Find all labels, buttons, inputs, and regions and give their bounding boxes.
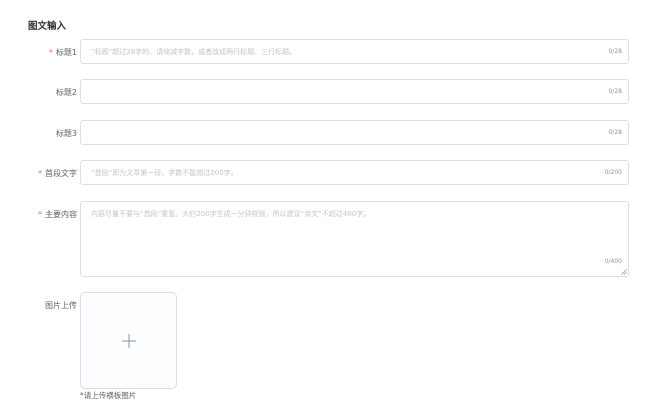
- main-content-textarea[interactable]: 内容尽量不要与“首段”重复。大约200字生成一分钟视频，所以建议“余文”不超过4…: [80, 201, 629, 277]
- image-upload-button[interactable]: [80, 292, 177, 389]
- title2-label: 标题2: [55, 88, 77, 97]
- title3-input[interactable]: 0/28: [80, 120, 629, 145]
- main-content-label: * 主要内容: [38, 209, 77, 220]
- upload-label: 图片上传: [45, 301, 77, 310]
- title2-input[interactable]: 0/28: [80, 79, 629, 104]
- title2-counter: 0/28: [608, 88, 622, 95]
- first-paragraph-label-text: 首段文字: [45, 169, 77, 178]
- resize-handle-icon[interactable]: [621, 269, 627, 275]
- first-paragraph-label: * 首段文字: [38, 168, 77, 179]
- plus-icon: [122, 334, 136, 348]
- title1-counter: 0/28: [608, 48, 622, 55]
- section-title: 图文输入: [28, 21, 67, 32]
- title3-label: 标题3: [55, 129, 77, 138]
- required-mark: *: [48, 48, 53, 57]
- title3-counter: 0/28: [608, 129, 622, 136]
- title1-label-text: 标题1: [55, 48, 77, 57]
- title1-placeholder: “标题”超过28字的，请缩减字数，或者改成两行标题、三行标题。: [91, 48, 297, 56]
- first-paragraph-counter: 0/200: [604, 169, 622, 176]
- main-content-label-text: 主要内容: [45, 210, 77, 219]
- main-content-counter: 0/400: [604, 258, 622, 265]
- first-paragraph-input[interactable]: “首段”即为文章第一段，字数不能超过200字。 0/200: [80, 160, 629, 185]
- title1-label: * 标题1: [49, 47, 77, 58]
- main-content-placeholder: 内容尽量不要与“首段”重复。大约200字生成一分钟视频，所以建议“余文”不超过4…: [91, 210, 371, 218]
- first-paragraph-placeholder: “首段”即为文章第一段，字数不能超过200字。: [91, 169, 238, 177]
- upload-hint: *请上传横板图片: [80, 391, 137, 400]
- title1-input[interactable]: “标题”超过28字的，请缩减字数，或者改成两行标题、三行标题。 0/28: [80, 39, 629, 64]
- required-mark: *: [38, 169, 42, 178]
- required-mark: *: [38, 210, 42, 219]
